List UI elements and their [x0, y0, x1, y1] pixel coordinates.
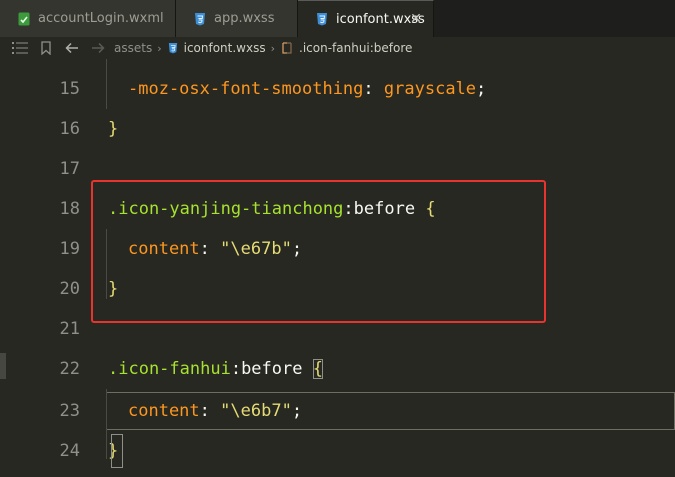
bookmark-icon[interactable] — [36, 39, 56, 57]
line-number: 16 — [59, 119, 80, 139]
indent-guide — [106, 389, 107, 459]
back-arrow-icon[interactable] — [62, 39, 82, 57]
line-number: 19 — [59, 239, 80, 259]
breadcrumb-item-selector[interactable]: .icon-fanhui:before — [299, 41, 412, 55]
code-line-24: } — [108, 431, 126, 471]
symbol-icon — [281, 42, 293, 54]
code-line-15: -moz-osx-font-smoothing: grayscale; — [128, 79, 487, 99]
css-file-icon — [194, 12, 206, 26]
tab-label: app.wxss — [214, 11, 275, 26]
line-number: 20 — [59, 279, 80, 299]
tab-app-wxss[interactable]: app.wxss — [176, 0, 298, 37]
close-icon[interactable]: ✕ — [409, 12, 423, 26]
line-number: 22 — [59, 359, 80, 379]
css-file-icon — [316, 12, 328, 26]
code-line-23: content: "\e6b7"; — [128, 401, 303, 421]
indent-guide — [106, 59, 107, 109]
css-file-icon — [168, 42, 178, 54]
line-number: 21 — [59, 319, 80, 339]
tab-bar: accountLogin.wxml app.wxss iconfont.wxss… — [0, 0, 675, 37]
code-line-16: } — [108, 119, 119, 139]
tab-iconfont-wxss[interactable]: iconfont.wxss ✕ — [298, 0, 434, 37]
annotation-highlight-box — [91, 180, 546, 323]
breadcrumb: assets › iconfont.wxss › .icon-fanhui:be… — [0, 37, 675, 59]
line-number: 17 — [59, 159, 80, 179]
code-editor[interactable]: 15 -moz-osx-font-smoothing: grayscale; 1… — [0, 59, 675, 477]
tab-label: accountLogin.wxml — [38, 11, 164, 26]
tab-accountlogin-wxml[interactable]: accountLogin.wxml — [0, 0, 176, 37]
line-number: 23 — [59, 401, 80, 421]
code-line-22: .icon-fanhui:before { — [108, 359, 323, 379]
list-icon[interactable] — [10, 39, 30, 57]
chevron-right-icon: › — [157, 41, 162, 55]
wxml-file-icon — [18, 12, 30, 26]
line-number: 18 — [59, 199, 80, 219]
breadcrumb-item-assets[interactable]: assets — [114, 41, 152, 55]
breadcrumb-item-file[interactable]: iconfont.wxss — [184, 41, 266, 55]
line-number: 24 — [59, 441, 80, 461]
line-number: 15 — [59, 79, 80, 99]
chevron-right-icon: › — [270, 41, 276, 55]
forward-arrow-icon[interactable] — [88, 39, 108, 57]
